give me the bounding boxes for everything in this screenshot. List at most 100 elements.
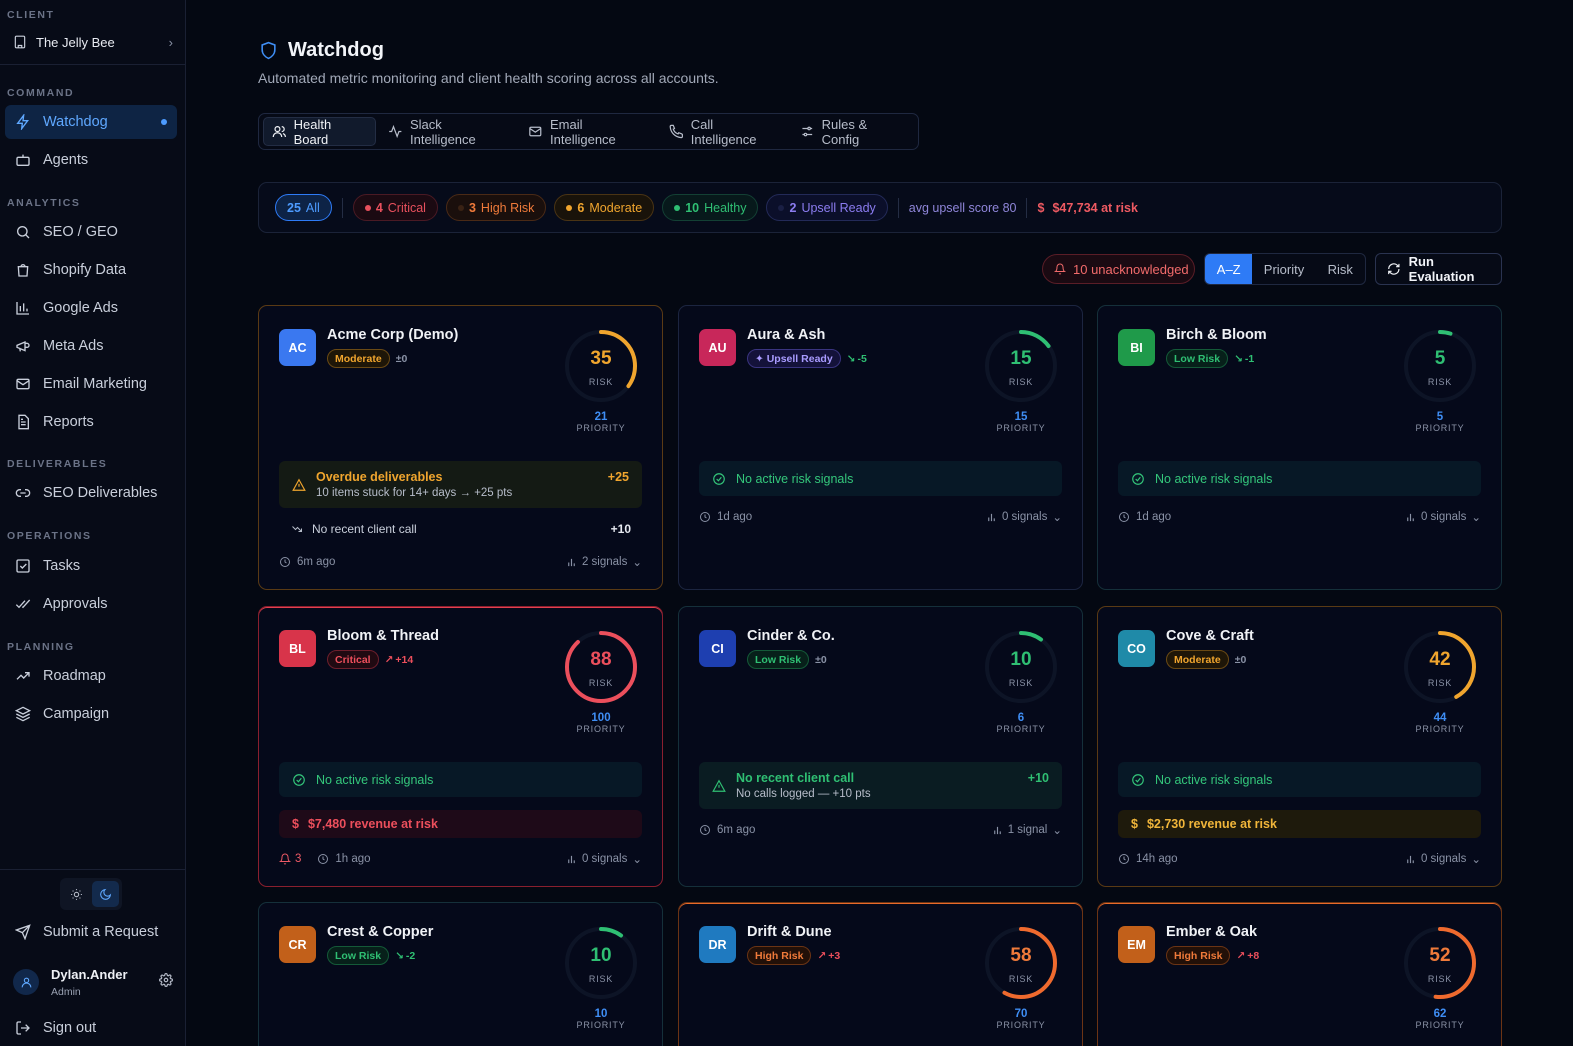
sidebar-item-label: Campaign xyxy=(43,706,110,722)
trending-down-icon: ↘ xyxy=(1234,352,1243,365)
tab-rules-config[interactable]: Rules & Config xyxy=(792,117,914,147)
page-title: Watchdog xyxy=(288,39,384,61)
client-name: Aura & Ash xyxy=(747,327,826,343)
risk-label: RISK xyxy=(1008,678,1034,688)
divider xyxy=(0,869,185,870)
shield-icon xyxy=(261,41,276,60)
sign-out-button[interactable]: Sign out xyxy=(5,1011,177,1045)
client-card[interactable]: BI Birch & Bloom Low Risk ↘ -1 5 RISK 5 P… xyxy=(1097,305,1502,590)
user-name: Dylan.Ander xyxy=(51,966,128,982)
submit-request-button[interactable]: Submit a Request xyxy=(5,915,177,949)
client-avatar: DR xyxy=(699,926,736,963)
filter-critical[interactable]: 4 Critical xyxy=(352,194,438,221)
sidebar-item-seo-deliverables[interactable]: SEO Deliverables xyxy=(5,476,177,510)
filter-high-risk[interactable]: 3 High Risk xyxy=(445,194,547,221)
revenue-at-risk-label: $2,730 revenue at risk xyxy=(1146,817,1277,831)
risk-score: 5 xyxy=(1434,348,1446,369)
double-check-icon xyxy=(15,599,31,609)
avg-upsell-score: avg upsell score 80 xyxy=(908,200,1017,215)
revenue-at-risk: $ $7,480 revenue at risk xyxy=(279,810,642,838)
clock-icon xyxy=(280,557,290,567)
sort-priority-button[interactable]: Priority xyxy=(1252,254,1315,284)
check-circle-icon xyxy=(293,773,305,786)
sidebar-item-google-ads[interactable]: Google Ads xyxy=(5,291,177,325)
client-card[interactable]: AU Aura & Ash ✦ Upsell Ready ↘ -5 15 RISK… xyxy=(678,305,1083,590)
signals-toggle[interactable]: 0 signals ⌄ xyxy=(986,510,1062,524)
signals-toggle[interactable]: 1 signal ⌄ xyxy=(992,823,1062,837)
sidebar-item-reports[interactable]: Reports xyxy=(5,405,177,439)
signals-toggle[interactable]: 0 signals ⌄ xyxy=(1405,852,1481,866)
analytics-section-label: ANALYTICS xyxy=(7,197,81,209)
trending-up-icon xyxy=(16,672,30,680)
sidebar-item-roadmap[interactable]: Roadmap xyxy=(5,659,177,693)
tab-email-intelligence[interactable]: Email Intelligence xyxy=(520,117,657,147)
priority-label: PRIORITY xyxy=(576,724,626,734)
sidebar-item-approvals[interactable]: Approvals xyxy=(5,587,177,621)
card-footer: 1d ago 0 signals ⌄ xyxy=(699,510,1062,524)
sidebar-item-label: Roadmap xyxy=(43,668,106,684)
filter-label: Moderate xyxy=(589,200,643,215)
tab-call-intelligence[interactable]: Call Intelligence xyxy=(661,116,788,147)
run-evaluation-button[interactable]: Run Evaluation xyxy=(1375,253,1502,285)
sidebar-item-campaign[interactable]: Campaign xyxy=(5,697,177,731)
total-at-risk: $47,734 at risk xyxy=(1052,200,1138,215)
sidebar-item-meta-ads[interactable]: Meta Ads xyxy=(5,329,177,363)
risk-score: 10 xyxy=(590,945,612,966)
client-card[interactable]: BL Bloom & Thread Critical ↗ +14 88 RISK … xyxy=(258,606,663,887)
sidebar-item-tasks[interactable]: Tasks xyxy=(5,549,177,583)
risk-gauge: 5 RISK xyxy=(1400,326,1480,406)
signals-toggle[interactable]: 2 signals ⌄ xyxy=(566,555,642,569)
client-card[interactable]: CR Crest & Copper Low Risk ↘ -2 10 RISK 1… xyxy=(258,902,663,1046)
sidebar-item-agents[interactable]: Agents xyxy=(5,143,177,177)
gear-icon[interactable] xyxy=(159,972,173,992)
priority-score-block: 6 PRIORITY xyxy=(981,712,1061,734)
sidebar-item-label: Agents xyxy=(43,152,89,168)
sun-icon[interactable] xyxy=(63,881,90,907)
tab-health-board[interactable]: Health Board xyxy=(263,117,377,147)
status-badge: Low Risk xyxy=(1166,349,1229,368)
sidebar-item-shopify[interactable]: Shopify Data xyxy=(5,253,177,287)
card-footer: 14h ago 0 signals ⌄ xyxy=(1118,852,1481,866)
moon-icon[interactable] xyxy=(92,881,119,907)
status-badge: High Risk xyxy=(747,946,812,965)
filter-healthy[interactable]: 10 Healthy xyxy=(662,194,759,221)
megaphone-icon xyxy=(16,341,30,352)
filter-moderate[interactable]: 6 Moderate xyxy=(554,194,655,221)
sidebar-item-seo-geo[interactable]: SEO / GEO xyxy=(5,215,177,249)
risk-signal: No active risk signals xyxy=(1118,461,1481,496)
client-card[interactable]: CI Cinder & Co. Low Risk ±0 10 RISK 6 PR… xyxy=(678,606,1083,887)
sort-risk-button[interactable]: Risk xyxy=(1316,254,1365,284)
client-card[interactable]: DR Drift & Dune High Risk ↗ +3 58 RISK 70… xyxy=(678,902,1083,1046)
unacknowledged-button[interactable]: 10 unacknowledged xyxy=(1042,254,1195,284)
risk-label: RISK xyxy=(1008,974,1034,984)
risk-label: RISK xyxy=(588,678,614,688)
last-updated: 1d ago xyxy=(1136,511,1172,523)
signals-count: 0 signals xyxy=(1420,853,1467,865)
filter-all[interactable]: 25 All xyxy=(275,194,332,221)
alert-count[interactable]: 3 xyxy=(279,853,301,865)
signals-toggle[interactable]: 0 signals ⌄ xyxy=(566,852,642,866)
tab-label: Call Intelligence xyxy=(690,116,757,147)
client-card[interactable]: AC Acme Corp (Demo) Moderate ±0 35 RISK … xyxy=(258,305,663,590)
signals-toggle[interactable]: 0 signals ⌄ xyxy=(1405,510,1481,524)
building-icon xyxy=(14,35,26,49)
upsell-dot-icon xyxy=(778,204,785,211)
tag-row: Moderate ±0 xyxy=(1166,650,1246,669)
tab-slack-intelligence[interactable]: Slack Intelligence xyxy=(380,117,516,147)
sort-az-button[interactable]: A–Z xyxy=(1205,254,1253,284)
theme-toggle[interactable] xyxy=(60,878,122,910)
tab-bar: Health Board Slack Intelligence Email In… xyxy=(258,113,919,150)
filter-upsell-ready[interactable]: 2 Upsell Ready xyxy=(766,194,888,221)
filter-label: Healthy xyxy=(704,200,747,215)
sidebar-item-watchdog[interactable]: Watchdog xyxy=(5,105,177,139)
client-selector[interactable]: The Jelly Bee › xyxy=(13,30,173,54)
risk-gauge: 35 RISK xyxy=(561,326,641,406)
signal-description: 10 items stuck for 14+ days → +25 pts xyxy=(316,487,513,499)
risk-signal[interactable]: No recent client call No calls logged — … xyxy=(699,762,1062,809)
signal-title: No recent client call xyxy=(312,522,417,536)
risk-signal[interactable]: Overdue deliverables 10 items stuck for … xyxy=(279,461,642,508)
client-card[interactable]: CO Cove & Craft Moderate ±0 42 RISK 44 P… xyxy=(1097,606,1502,887)
client-card[interactable]: EM Ember & Oak High Risk ↗ +8 52 RISK 62 … xyxy=(1097,902,1502,1046)
client-name: Birch & Bloom xyxy=(1166,327,1267,343)
sidebar-item-email-marketing[interactable]: Email Marketing xyxy=(5,367,177,401)
